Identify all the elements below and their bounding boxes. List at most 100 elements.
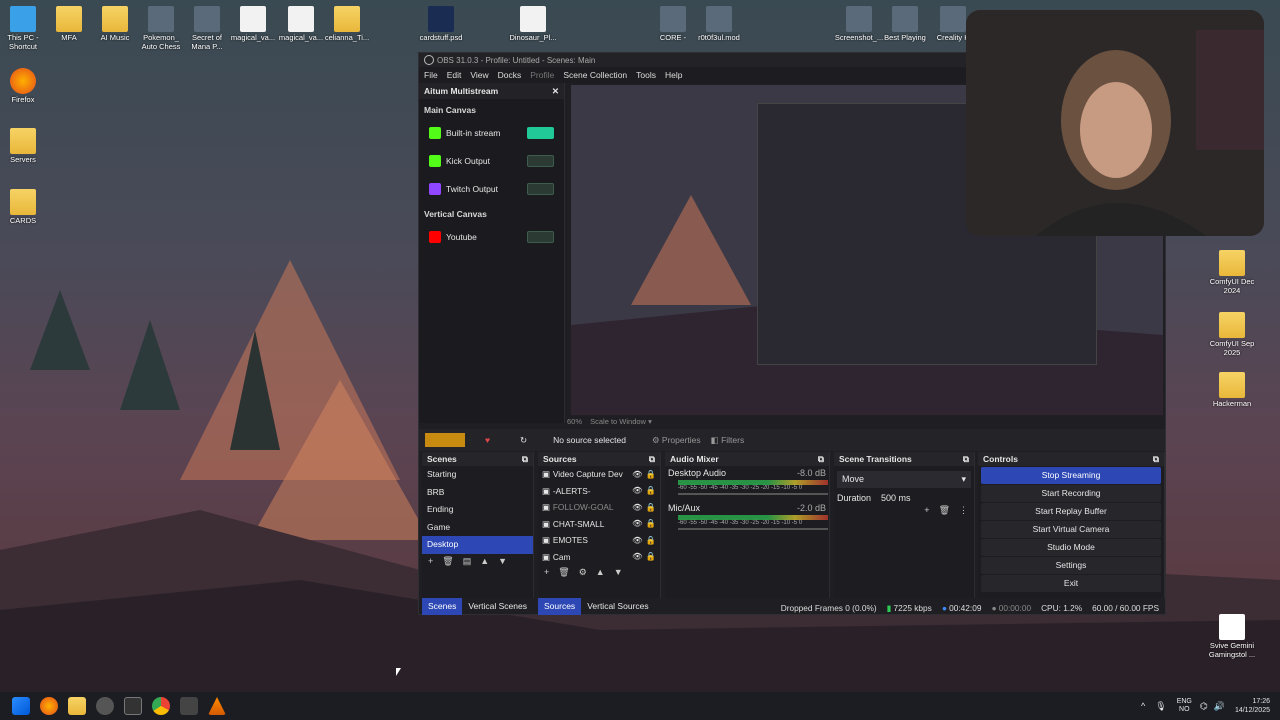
menu-tools[interactable]: Tools <box>636 70 656 83</box>
chevron-down-icon[interactable]: ▾ <box>648 417 652 426</box>
menu-scene-collection[interactable]: Scene Collection <box>563 70 627 83</box>
visibility-eye-icon[interactable]: 👁 <box>632 485 643 496</box>
firefox-icon[interactable] <box>40 697 58 715</box>
output-toggle[interactable] <box>527 183 554 195</box>
language-indicator[interactable]: ENG NO <box>1177 698 1192 715</box>
more-icon[interactable]: ⋮ <box>959 505 968 516</box>
output-toggle[interactable] <box>527 127 554 139</box>
chevron-up-icon[interactable]: ^ <box>1141 701 1145 711</box>
menu-help[interactable]: Help <box>665 70 682 83</box>
lock-icon[interactable]: 🔒 <box>646 535 656 546</box>
scene-item[interactable]: Game <box>422 519 533 537</box>
dock-close-icon[interactable]: ✕ <box>552 86 559 96</box>
vlc-icon[interactable] <box>208 697 226 715</box>
menu-file[interactable]: File <box>424 70 438 83</box>
lock-icon[interactable]: 🔒 <box>646 469 656 480</box>
properties-button[interactable]: ⚙ Properties <box>652 435 701 446</box>
output-toggle[interactable] <box>527 155 554 167</box>
app-icon <box>1219 614 1245 640</box>
studio-mode-button[interactable]: Studio Mode <box>981 539 1161 556</box>
source-item[interactable]: ▣ EMOTES 👁 🔒 <box>538 532 660 549</box>
menu-view[interactable]: View <box>470 70 488 83</box>
source-item[interactable]: ▣ FOLLOW-GOAL 👁 🔒 <box>538 499 660 516</box>
desktop-icon-cards[interactable]: CARDS <box>0 189 51 226</box>
down-icon[interactable]: ▼ <box>614 567 623 578</box>
stop-streaming-button[interactable]: Stop Streaming <box>981 467 1161 484</box>
undock-icon[interactable]: ⧉ <box>1153 454 1159 464</box>
add-icon[interactable]: + <box>428 556 433 567</box>
trash-icon[interactable]: 🗑 <box>558 567 569 578</box>
lock-icon[interactable]: 🔒 <box>646 502 656 513</box>
start-recording-button[interactable]: Start Recording <box>981 485 1161 502</box>
lock-icon[interactable]: 🔒 <box>646 551 656 562</box>
undock-icon[interactable]: ⧉ <box>649 454 655 464</box>
down-icon[interactable]: ▼ <box>498 556 507 567</box>
trash-icon[interactable]: 🗑 <box>939 505 950 516</box>
desktop-icon[interactable]: r0t0f3ul.mod <box>691 6 747 43</box>
desktop-icon-servers[interactable]: Servers <box>0 128 51 165</box>
desktop-icon-hackerman[interactable]: Hackerman <box>1204 372 1260 409</box>
desktop-icon[interactable]: celianna_Ti... <box>319 6 375 43</box>
visibility-eye-icon[interactable]: 👁 <box>632 469 643 480</box>
start-virtual-camera-button[interactable]: Start Virtual Camera <box>981 521 1161 538</box>
zoom-level[interactable]: 60% <box>567 417 582 426</box>
clock[interactable]: 17:26 14/12/2025 <box>1235 697 1270 715</box>
scale-mode[interactable]: Scale to Window <box>590 417 646 426</box>
output-toggle[interactable] <box>527 231 554 243</box>
visibility-eye-icon[interactable]: 👁 <box>632 502 643 513</box>
add-icon[interactable]: + <box>544 567 549 578</box>
scene-item[interactable]: Starting <box>422 466 533 484</box>
menu-edit[interactable]: Edit <box>447 70 462 83</box>
filter-icon[interactable]: ▤ <box>463 556 472 567</box>
menu-profile[interactable]: Profile <box>530 70 554 83</box>
visibility-eye-icon[interactable]: 👁 <box>632 518 643 529</box>
network-icon[interactable]: ⌬ <box>1200 701 1208 712</box>
start-replay-buffer-button[interactable]: Start Replay Buffer <box>981 503 1161 520</box>
scene-item-selected[interactable]: Desktop <box>422 536 533 554</box>
lock-icon[interactable]: 🔒 <box>646 518 656 529</box>
sources-panel: Sources ⧉ ▣ Video Capture Dev 👁 🔒 ▣ -ALERTS- 👁 🔒… <box>538 452 661 598</box>
desktop-icon-comfyui-dec[interactable]: ComfyUI Dec 2024 <box>1204 250 1260 295</box>
undock-icon[interactable]: ⧉ <box>963 454 969 464</box>
undock-icon[interactable]: ⧉ <box>818 454 824 464</box>
app-icon[interactable] <box>96 697 114 715</box>
desktop-icon-firefox[interactable]: Firefox <box>0 68 51 105</box>
microphone-icon[interactable]: 🎙 <box>1155 701 1166 712</box>
kick-logo-icon <box>429 155 441 167</box>
filters-button[interactable]: ◧ Filters <box>711 435 745 446</box>
up-icon[interactable]: ▲ <box>596 567 605 578</box>
source-item[interactable]: ▣ CHAT-SMALL 👁 🔒 <box>538 516 660 533</box>
undock-icon[interactable]: ⧉ <box>522 454 528 464</box>
refresh-icon[interactable]: ↻ <box>520 435 527 446</box>
source-item[interactable]: ▣ Cam 👁 🔒 <box>538 549 660 566</box>
file-explorer-icon[interactable] <box>68 697 86 715</box>
add-icon[interactable]: + <box>924 505 929 516</box>
up-icon[interactable]: ▲ <box>480 556 489 567</box>
volume-slider[interactable] <box>678 493 828 495</box>
scene-item[interactable]: Ending <box>422 501 533 519</box>
volume-slider[interactable] <box>678 528 828 530</box>
exit-button[interactable]: Exit <box>981 575 1161 592</box>
app-icon[interactable] <box>180 697 198 715</box>
heart-icon[interactable]: ♥ <box>485 435 490 445</box>
menu-docks[interactable]: Docks <box>498 70 522 83</box>
desktop-icon-comfyui-sep[interactable]: ComfyUI Sep 2025 <box>1204 312 1260 357</box>
windows-start-icon[interactable] <box>12 697 30 715</box>
settings-button[interactable]: Settings <box>981 557 1161 574</box>
desktop-icon-svive[interactable]: Svive Gemini Gamingstol ... <box>1204 614 1260 659</box>
desktop-icon[interactable]: Dinosaur_Pl... <box>505 6 561 43</box>
scene-item[interactable]: BRB <box>422 484 533 502</box>
source-item[interactable]: ▣ Video Capture Dev 👁 🔒 <box>538 466 660 483</box>
visibility-eye-icon[interactable]: 👁 <box>632 551 643 562</box>
duration-input[interactable]: 500 ms <box>881 493 911 503</box>
lock-icon[interactable]: 🔒 <box>646 485 656 496</box>
source-item[interactable]: ▣ -ALERTS- 👁 🔒 <box>538 483 660 500</box>
terminal-icon[interactable] <box>124 697 142 715</box>
visibility-eye-icon[interactable]: 👁 <box>632 535 643 546</box>
volume-icon[interactable]: 🔊 <box>1214 701 1225 712</box>
desktop-icon[interactable]: cardstuff.psd <box>413 6 469 43</box>
gear-icon[interactable]: ⚙ <box>579 567 587 578</box>
chrome-icon[interactable] <box>152 697 170 715</box>
transition-select[interactable]: Move ▾ <box>837 471 971 488</box>
trash-icon[interactable]: 🗑 <box>442 556 453 567</box>
